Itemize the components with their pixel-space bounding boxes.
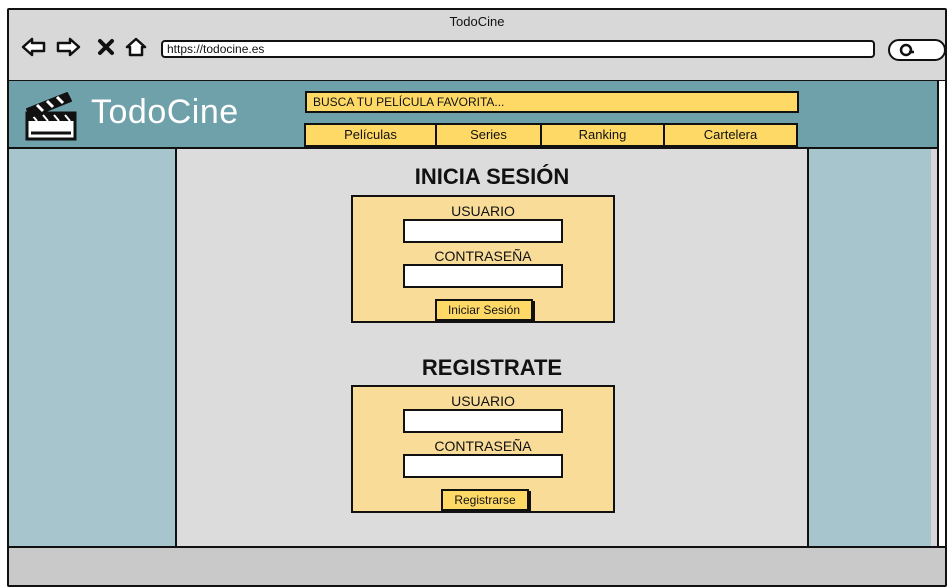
- register-user-label: USUARIO: [451, 393, 515, 409]
- clapperboard-icon: [25, 92, 77, 141]
- login-button[interactable]: Iniciar Sesión: [435, 299, 533, 321]
- home-icon[interactable]: [123, 36, 149, 58]
- register-user-input[interactable]: [403, 409, 563, 433]
- login-user-input[interactable]: [403, 219, 563, 243]
- site-footer: [9, 546, 945, 585]
- url-bar[interactable]: https://todocine.es: [161, 40, 875, 58]
- site-search-input[interactable]: BUSCA TU PELÍCULA FAVORITA...: [305, 91, 799, 113]
- login-form: USUARIO CONTRASEÑA Iniciar Sesión: [351, 195, 615, 323]
- register-password-label: CONTRASEÑA: [434, 438, 532, 454]
- login-password-input[interactable]: [403, 264, 563, 288]
- right-sidebar: [807, 149, 931, 546]
- login-title: INICIA SESIÓN: [414, 164, 570, 189]
- forward-arrow-icon[interactable]: [55, 36, 81, 58]
- site-nav-tabs: Películas Series Ranking Cartelera: [304, 123, 798, 147]
- browser-window: TodoCine https://todocine.es TodoCine BU…: [7, 8, 947, 587]
- tab-series[interactable]: Series: [435, 123, 540, 147]
- site-logo-text[interactable]: TodoCine: [91, 93, 239, 132]
- window-title: TodoCine: [449, 14, 505, 29]
- browser-chrome: TodoCine https://todocine.es: [9, 10, 945, 82]
- login-password-label: CONTRASEÑA: [434, 248, 532, 264]
- tab-peliculas[interactable]: Películas: [304, 123, 435, 147]
- register-title: REGISTRATE: [421, 355, 563, 380]
- page-scrollbar[interactable]: [937, 81, 945, 546]
- register-form: USUARIO CONTRASEÑA Registrarse: [351, 385, 615, 513]
- search-icon: [899, 43, 914, 57]
- main-content: INICIA SESIÓN USUARIO CONTRASEÑA Iniciar…: [177, 149, 807, 546]
- site-header: TodoCine BUSCA TU PELÍCULA FAVORITA... P…: [9, 81, 941, 149]
- register-button[interactable]: Registrarse: [441, 489, 529, 511]
- browser-search-button[interactable]: [888, 39, 945, 61]
- close-x-icon[interactable]: [93, 36, 119, 58]
- register-password-input[interactable]: [403, 454, 563, 478]
- tab-cartelera[interactable]: Cartelera: [663, 123, 798, 147]
- left-sidebar: [9, 149, 177, 546]
- back-arrow-icon[interactable]: [21, 36, 47, 58]
- tab-ranking[interactable]: Ranking: [540, 123, 663, 147]
- login-user-label: USUARIO: [451, 203, 515, 219]
